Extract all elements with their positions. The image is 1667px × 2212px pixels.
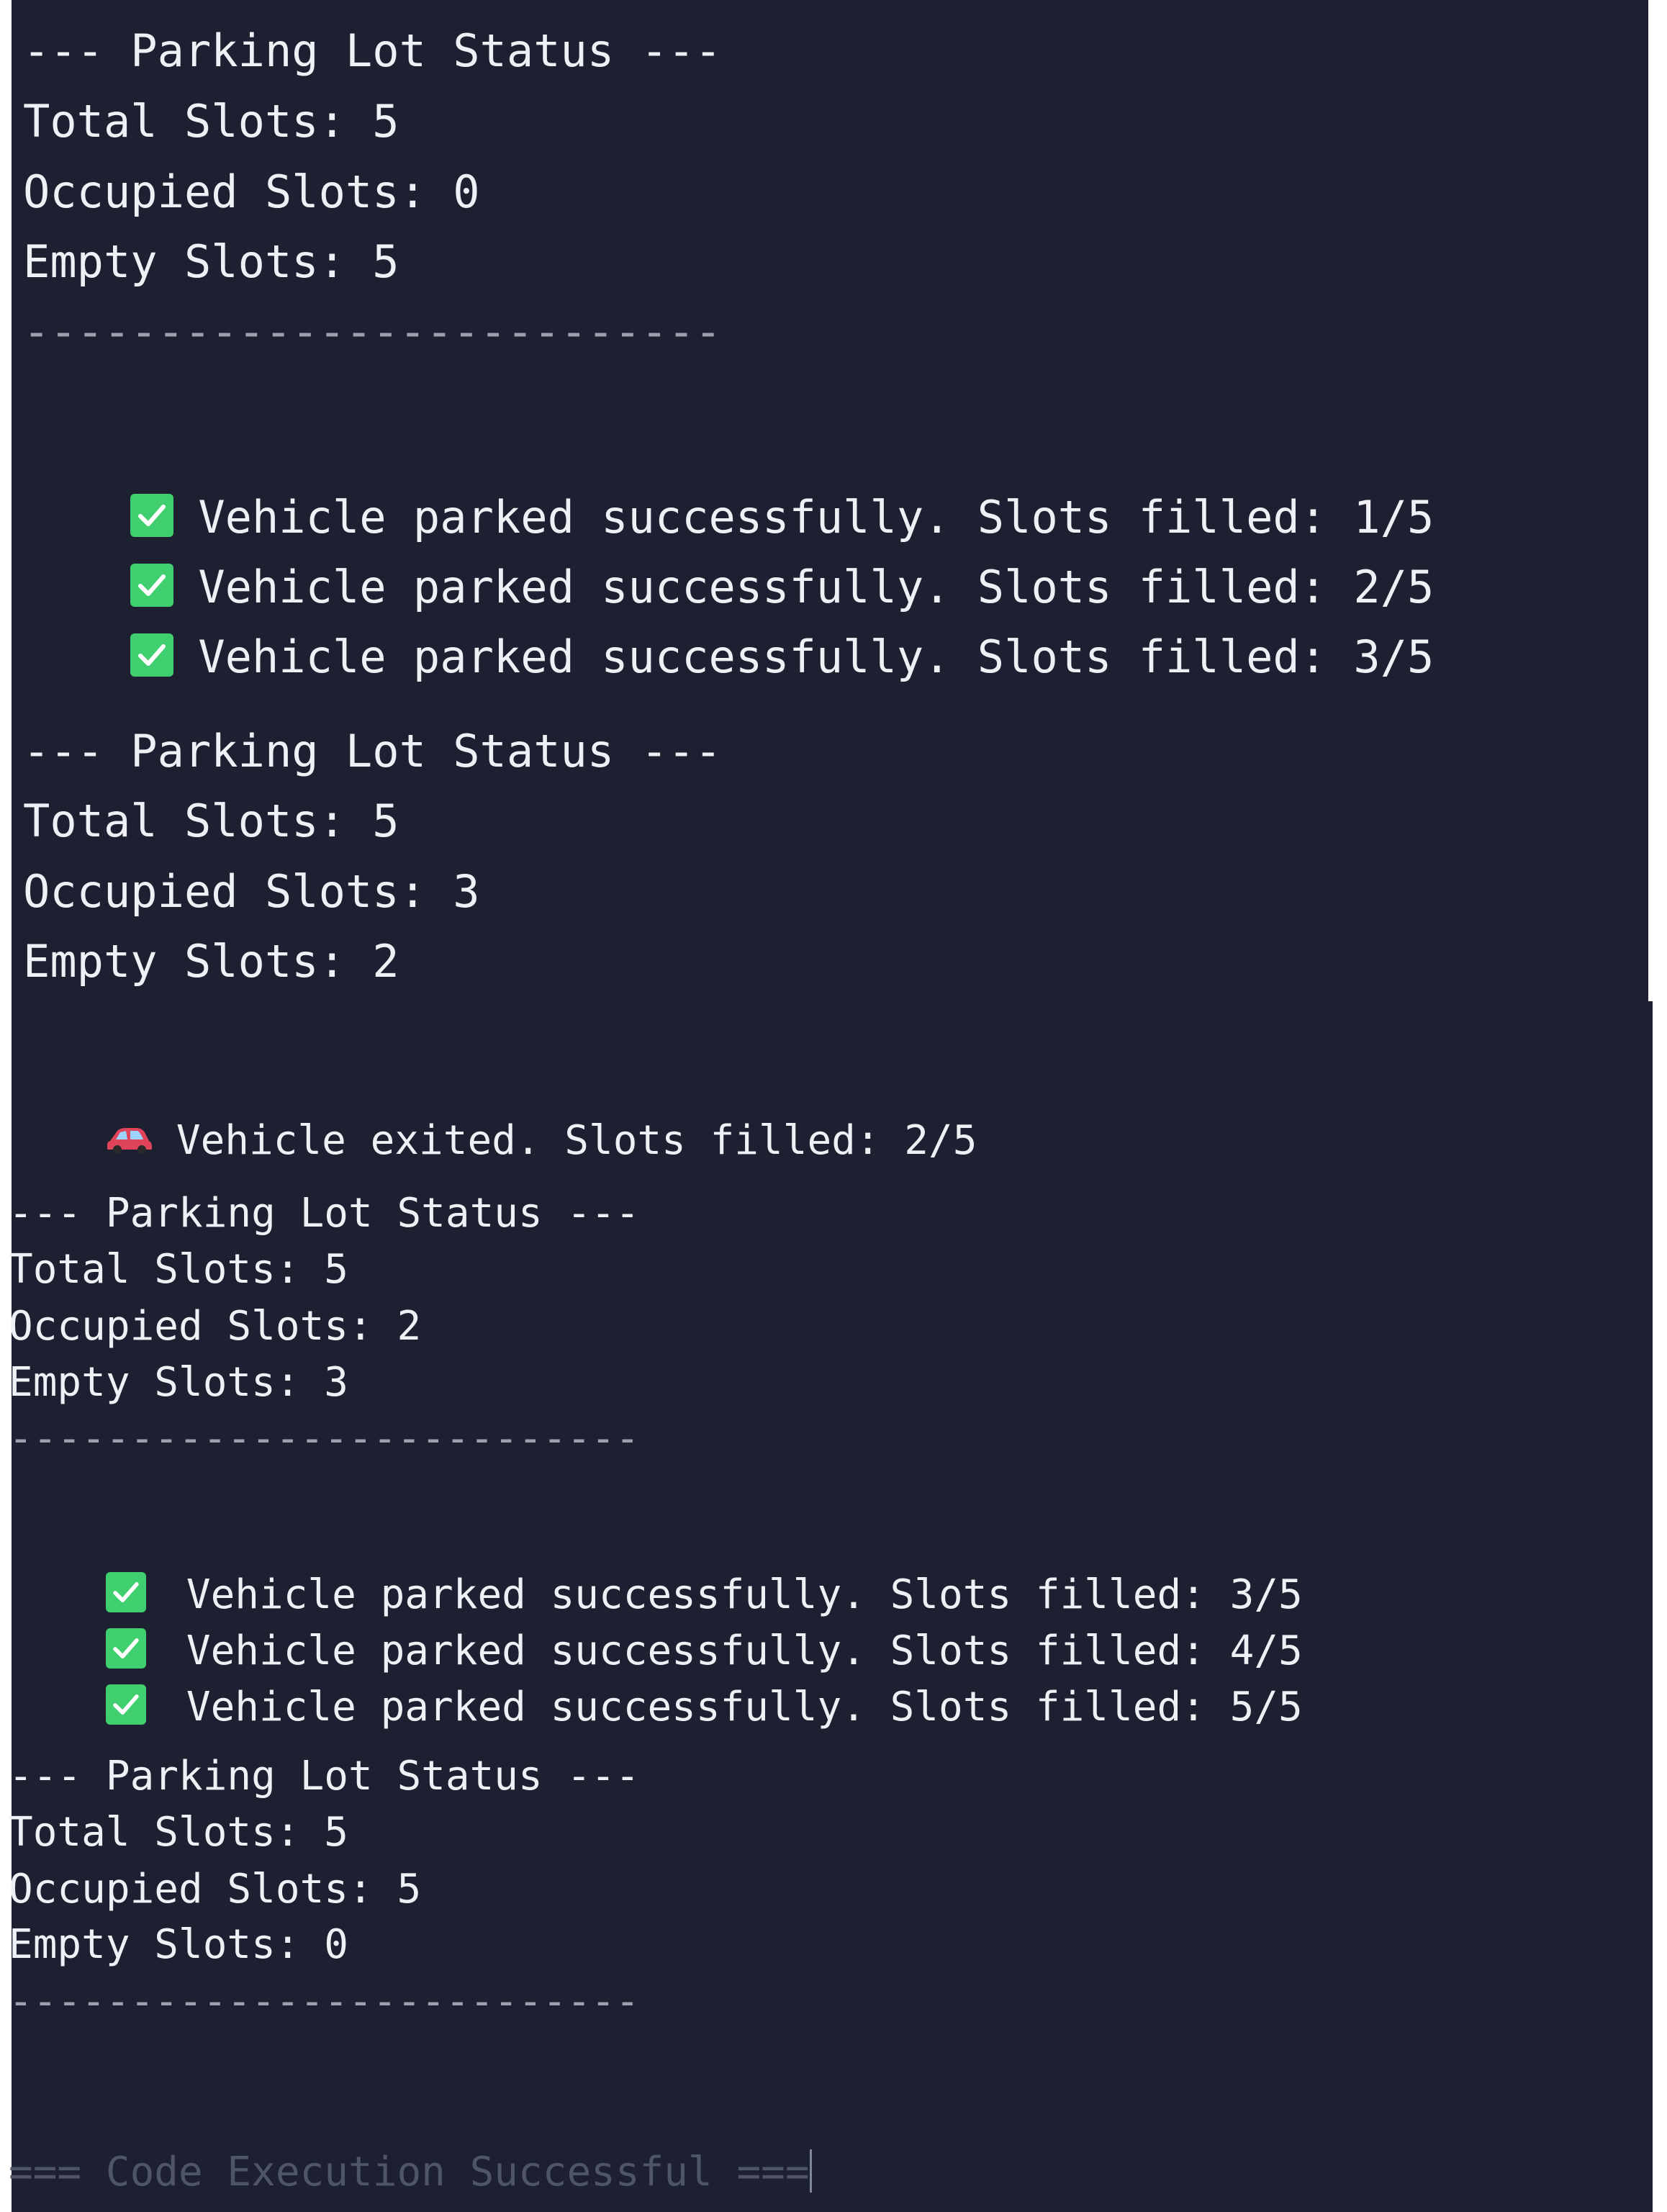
separator-line: --------------------------: [9, 1978, 640, 2025]
separator-line: --------------------------: [23, 305, 722, 358]
parked-message: Vehicle parked successfully. Slots fille…: [9, 1644, 1303, 1768]
status-header: --- Parking Lot Status ---: [9, 1190, 640, 1237]
occupied-slots-line: Occupied Slots: 3: [23, 865, 480, 918]
parked-message-text: Vehicle parked successfully. Slots fille…: [198, 631, 1435, 683]
total-slots-line: Total Slots: 5: [23, 95, 399, 148]
execution-footer: === Code Execution Successful ===: [9, 2149, 812, 2193]
parked-message-text: Vehicle parked successfully. Slots fille…: [186, 1684, 1303, 1730]
empty-slots-line: Empty Slots: 3: [9, 1359, 349, 1406]
separator-line: --------------------------: [9, 1415, 640, 1462]
text-cursor: [809, 2149, 812, 2193]
occupied-slots-line: Occupied Slots: 5: [9, 1866, 422, 1913]
status-header: --- Parking Lot Status ---: [23, 24, 722, 77]
white-check-mark-icon: [105, 1684, 146, 1725]
total-slots-line: Total Slots: 5: [23, 795, 399, 847]
empty-slots-line: Empty Slots: 0: [9, 1921, 349, 1968]
car-icon: [106, 1121, 153, 1154]
console-output-panel-bottom: Vehicle exited. Slots filled: 2/5 --- Pa…: [9, 1001, 1653, 2212]
total-slots-line: Total Slots: 5: [9, 1809, 349, 1856]
empty-slots-line: Empty Slots: 5: [23, 235, 399, 288]
total-slots-line: Total Slots: 5: [9, 1246, 349, 1293]
status-header: --- Parking Lot Status ---: [9, 1753, 640, 1800]
exit-message-text: Vehicle exited. Slots filled: 2/5: [176, 1117, 977, 1164]
occupied-slots-line: Occupied Slots: 0: [23, 166, 480, 218]
exit-message: Vehicle exited. Slots filled: 2/5: [9, 1080, 977, 1201]
white-check-mark-icon: [130, 633, 174, 677]
parked-message: Vehicle parked successfully. Slots fille…: [23, 589, 1434, 724]
empty-slots-line: Empty Slots: 2: [23, 935, 399, 988]
status-header: --- Parking Lot Status ---: [23, 725, 722, 777]
execution-status-text: === Code Execution Successful ===: [9, 2149, 810, 2195]
console-output-panel-top: --- Parking Lot Status --- Total Slots: …: [12, 0, 1648, 1001]
occupied-slots-line: Occupied Slots: 2: [9, 1303, 422, 1350]
